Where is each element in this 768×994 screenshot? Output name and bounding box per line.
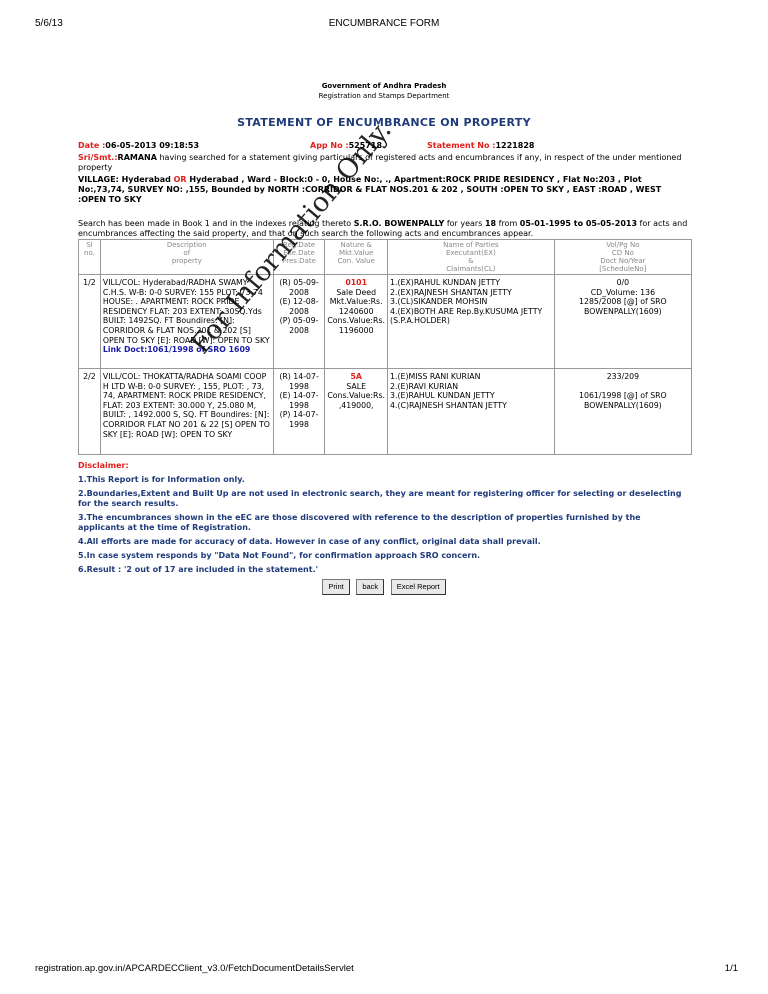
row-nature: 5A SALE Cons.Value:Rs. ,419000, bbox=[324, 368, 389, 455]
village-description: VILLAGE: Hyderabad OR Hyderabad , Ward -… bbox=[78, 175, 662, 204]
footer-page-number: 1/1 bbox=[724, 963, 738, 974]
print-button[interactable]: Print bbox=[322, 579, 350, 595]
table-row: 1/2 VILL/COL: Hyderabad/RADHA SWAMY C.H.… bbox=[78, 274, 693, 369]
row-parties: 1.(E)MISS RANI KURIAN 2.(E)RAVI KURIAN 3… bbox=[387, 368, 555, 455]
table-row: 2/2 VILL/COL: THOKATTA/RADHA SOAMI COOP … bbox=[78, 368, 693, 455]
row-sl: 1/2 bbox=[78, 274, 101, 369]
applicant-sentence: Sri/Smt.:RAMANA having searched for a st… bbox=[78, 153, 682, 172]
row-parties: 1.(EX)RAHUL KUNDAN JETTY 2.(EX)RAJNESH S… bbox=[387, 274, 555, 369]
col-header-parties: Name of Parties Executant(EX) & Claimant… bbox=[387, 239, 555, 275]
footer-url: registration.ap.gov.in/APCARDECClient_v3… bbox=[35, 963, 354, 974]
disclaimer-heading: Disclaimer: bbox=[78, 461, 129, 470]
date-field: Date :06-05-2013 09:18:53 bbox=[78, 141, 200, 150]
link-document[interactable]: Link Doct:1061/1998 of SRO 1609 bbox=[103, 345, 250, 354]
excel-report-button[interactable]: Excel Report bbox=[390, 579, 446, 595]
disclaimer-item: 6.Result : '2 out of 17 are included in … bbox=[78, 565, 319, 574]
col-header-volume: Vol/Pg No CD No Doct No/Year [ScheduleNo… bbox=[553, 239, 693, 275]
disclaimer-item: 4.All efforts are made for accuracy of d… bbox=[78, 537, 541, 546]
row-volume: 233/209 1061/1998 [@] of SRO BOWENPALLY(… bbox=[553, 368, 693, 455]
disclaimer-item: 3.The encumbrances shown in the eEC are … bbox=[78, 513, 641, 532]
col-header-nature: Nature & Mkt.Value Con. Value bbox=[324, 239, 389, 275]
back-button[interactable]: back bbox=[356, 579, 385, 595]
search-sentence: Search has been made in Book 1 and in th… bbox=[78, 219, 688, 238]
disclaimer-section: Disclaimer: 1.This Report is for Informa… bbox=[78, 461, 690, 575]
disclaimer-item: 2.Boundaries,Extent and Built Up are not… bbox=[78, 489, 682, 508]
government-name: Government of Andhra Pradesh bbox=[321, 82, 447, 90]
table-header-row: Sl no. Description of property Reg.Date … bbox=[78, 239, 693, 275]
row-dates: (R) 14-07-1998 (E) 14-07-1998 (P) 14-07-… bbox=[272, 368, 326, 455]
statement-content: Date :06-05-2013 09:18:53 App No :525718… bbox=[78, 141, 693, 595]
row-volume: 0/0 CD_Volume: 136 1285/2008 [@] of SRO … bbox=[553, 274, 693, 369]
row-sl: 2/2 bbox=[78, 368, 101, 455]
disclaimer-item: 1.This Report is for Information only. bbox=[78, 475, 245, 484]
row-dates: (R) 05-09-2008 (E) 12-08-2008 (P) 05-09-… bbox=[272, 274, 326, 369]
disclaimer-item: 5.In case system responds by "Data Not F… bbox=[78, 551, 481, 560]
print-header: 5/6/13 ENCUMBRANCE FORM bbox=[35, 18, 733, 32]
department-name: Registration and Stamps Department bbox=[318, 92, 450, 100]
encumbrance-table: Sl no. Description of property Reg.Date … bbox=[78, 239, 693, 455]
col-header-sl: Sl no. bbox=[78, 239, 101, 275]
action-buttons: Print back Excel Report bbox=[78, 579, 690, 595]
row-nature: 0101 Sale Deed Mkt.Value:Rs. 1240600 Cons… bbox=[324, 274, 389, 369]
row-description: VILL/COL: THOKATTA/RADHA SOAMI COOP H LT… bbox=[99, 368, 274, 455]
print-title: ENCUMBRANCE FORM bbox=[328, 18, 440, 29]
statement-no-field: Statement No :1221828 bbox=[427, 141, 535, 150]
print-footer: registration.ap.gov.in/APCARDECClient_v3… bbox=[35, 963, 738, 977]
